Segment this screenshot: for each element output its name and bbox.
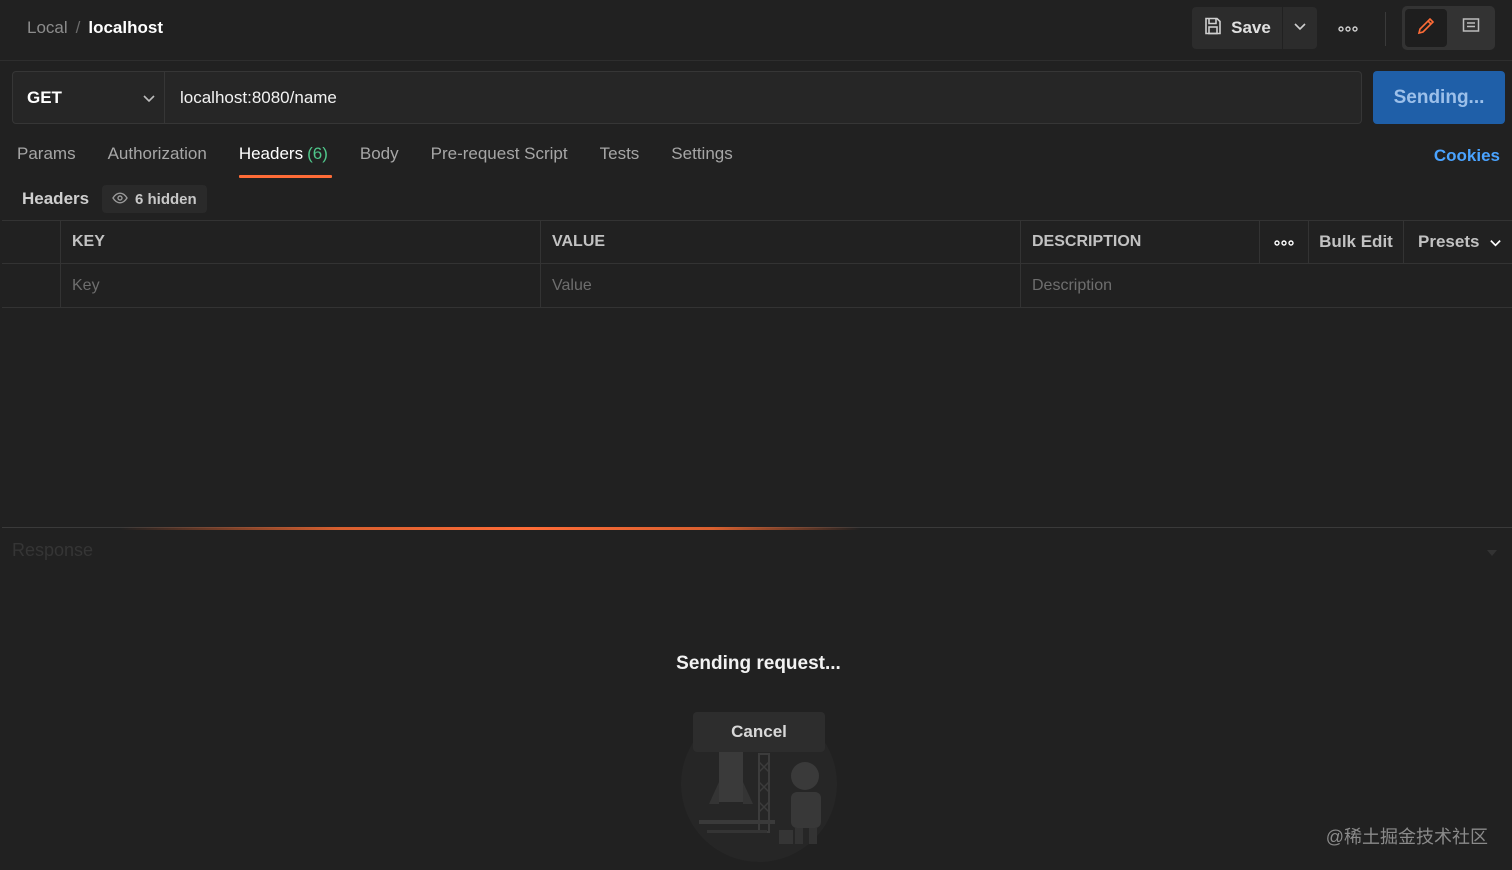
tab-pre-request-script[interactable]: Pre-request Script	[431, 144, 568, 178]
tab-params[interactable]: Params	[17, 144, 76, 178]
presets-label: Presets	[1418, 232, 1480, 251]
chevron-down-icon	[1489, 236, 1502, 249]
top-bar-border	[0, 60, 1512, 61]
headers-section-title: Headers	[22, 189, 90, 208]
method-label: GET	[27, 87, 62, 107]
tab-label: Tests	[599, 144, 640, 163]
send-button[interactable]: Sending...	[1373, 71, 1505, 124]
view-mode-toggle	[1402, 6, 1495, 50]
tab-label: Pre-request Script	[430, 144, 568, 163]
pencil-icon	[1416, 16, 1436, 41]
toolbar-divider	[1385, 12, 1386, 46]
cancel-button[interactable]: Cancel	[693, 712, 825, 752]
more-horizontal-icon	[1274, 233, 1294, 251]
description-input[interactable]: Description	[1021, 264, 1510, 307]
checkbox-column-header	[2, 221, 61, 263]
tab-settings[interactable]: Settings	[671, 144, 732, 178]
response-title: Response	[12, 540, 94, 560]
tab-headers[interactable]: Headers (6)	[238, 144, 332, 178]
table-row: Key Value Description	[2, 264, 1512, 308]
chevron-down-icon	[134, 91, 164, 105]
documentation-mode-button[interactable]	[1451, 9, 1493, 47]
more-options-button[interactable]	[1330, 14, 1366, 42]
tab-body[interactable]: Body	[360, 144, 399, 178]
more-horizontal-icon	[1338, 19, 1358, 37]
tab-label: Body	[359, 144, 399, 163]
save-group: Save	[1192, 7, 1317, 49]
sending-status-text: Sending request...	[676, 653, 841, 674]
chevron-down-icon[interactable]	[1486, 545, 1498, 563]
breadcrumb-separator: /	[75, 18, 81, 37]
tab-label: Params	[17, 144, 76, 163]
save-icon	[1203, 16, 1223, 41]
method-select[interactable]: GET	[12, 71, 165, 124]
tab-count-badge: (6)	[307, 144, 328, 163]
hidden-headers-label: 6 hidden	[135, 190, 197, 208]
url-input[interactable]: localhost:8080/name	[165, 71, 1362, 124]
app-window: Local / localhost Save GET localhost:808…	[0, 0, 1512, 870]
request-tabs: Params Authorization Headers (6) Body Pre…	[17, 144, 765, 178]
breadcrumb-current[interactable]: localhost	[88, 18, 163, 38]
tab-tests[interactable]: Tests	[600, 144, 640, 178]
edit-mode-button[interactable]	[1405, 9, 1447, 47]
loading-progress-bar	[120, 527, 860, 530]
cookies-link[interactable]: Cookies	[1434, 146, 1500, 166]
bulk-edit-button[interactable]: Bulk Edit	[1309, 221, 1404, 263]
presets-dropdown[interactable]: Presets	[1404, 221, 1512, 263]
eye-icon	[112, 191, 128, 208]
breadcrumb: Local / localhost	[27, 18, 163, 38]
value-input[interactable]: Value	[541, 264, 1021, 307]
save-button[interactable]: Save	[1192, 7, 1282, 49]
save-dropdown-button[interactable]	[1283, 7, 1317, 49]
table-header-row: KEY VALUE DESCRIPTION Bulk Edit Presets	[2, 220, 1512, 264]
tab-label: Headers	[238, 144, 304, 163]
hidden-headers-toggle[interactable]: 6 hidden	[102, 185, 207, 213]
tab-label: Authorization	[107, 144, 207, 163]
chevron-down-icon	[1293, 19, 1307, 38]
row-checkbox-cell	[2, 264, 61, 307]
tab-label: Settings	[671, 144, 733, 163]
column-options-button[interactable]	[1260, 221, 1309, 263]
value-column-header: VALUE	[541, 221, 1021, 263]
tab-authorization[interactable]: Authorization	[108, 144, 207, 178]
headers-table: KEY VALUE DESCRIPTION Bulk Edit Presets …	[2, 220, 1512, 308]
comment-icon	[1461, 16, 1481, 41]
description-column-header: DESCRIPTION	[1021, 221, 1260, 263]
breadcrumb-parent[interactable]: Local	[27, 18, 68, 38]
key-column-header: KEY	[61, 221, 541, 263]
top-bar: Local / localhost Save	[0, 0, 1512, 58]
save-label: Save	[1231, 18, 1271, 37]
watermark-text: @稀土掘金技术社区	[1325, 827, 1488, 847]
key-input[interactable]: Key	[61, 264, 541, 307]
